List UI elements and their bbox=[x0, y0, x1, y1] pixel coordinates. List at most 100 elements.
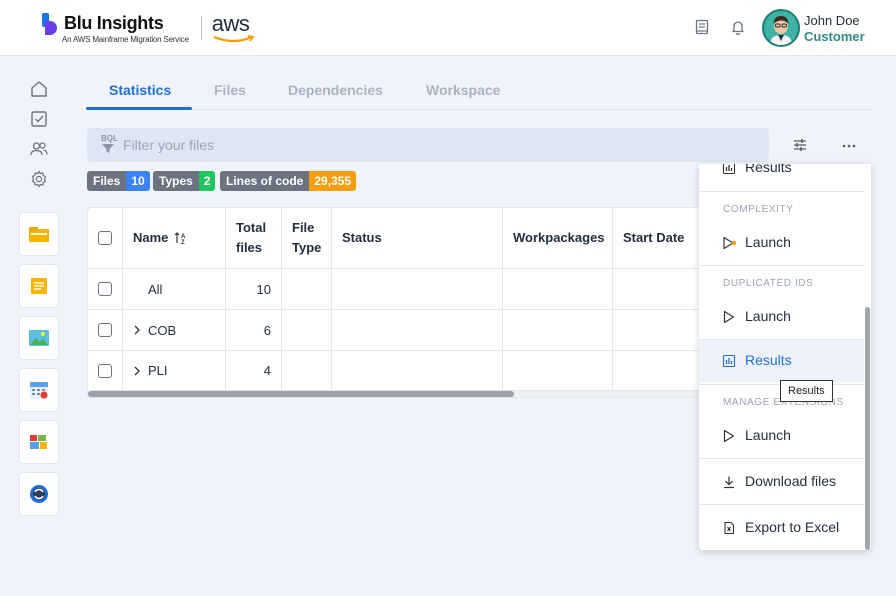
table-cell-total: 4 bbox=[226, 351, 282, 391]
tab-files[interactable]: Files bbox=[214, 82, 246, 98]
column-label: File Type bbox=[292, 220, 322, 255]
play-running-icon bbox=[723, 236, 736, 250]
statistics-table: Name AZ Total files File Type Status Wor… bbox=[87, 207, 699, 398]
table-scrollbar-thumb[interactable] bbox=[88, 391, 514, 397]
refresh-globe-icon bbox=[30, 485, 48, 503]
badge-label: Types bbox=[153, 171, 199, 191]
brand-logo[interactable]: Blu Insights An AWS Mainframe Migration … bbox=[42, 10, 256, 46]
table-row-checkbox-cell bbox=[88, 310, 123, 351]
logo-divider bbox=[200, 16, 202, 40]
table-row-checkbox-cell bbox=[88, 269, 123, 310]
users-icon[interactable] bbox=[29, 139, 49, 159]
table-row-checkbox-cell bbox=[88, 351, 123, 391]
table-cell-status bbox=[332, 269, 503, 310]
row-total: 10 bbox=[256, 281, 271, 297]
menu-section-complexity: COMPLEXITY bbox=[723, 204, 794, 215]
menu-section-duplicated-ids: DUPLICATED IDS bbox=[723, 278, 814, 289]
table-cell-file-type bbox=[282, 269, 332, 310]
table-cell-workpackages bbox=[503, 351, 613, 391]
column-label: Name bbox=[133, 230, 169, 245]
column-header-file-type[interactable]: File Type bbox=[282, 208, 332, 269]
menu-item-label: Launch bbox=[745, 234, 791, 250]
column-header-start-date[interactable]: Start Date bbox=[613, 208, 699, 269]
sort-az-icon[interactable]: AZ bbox=[174, 231, 190, 245]
types-count-badge: Types 2 bbox=[153, 171, 216, 191]
table-cell-workpackages bbox=[503, 269, 613, 310]
filter-input[interactable] bbox=[123, 128, 723, 162]
book-icon[interactable] bbox=[694, 19, 710, 35]
product-name: Blu Insights bbox=[64, 12, 164, 33]
menu-item-results[interactable]: Results bbox=[699, 164, 864, 189]
column-label: Workpackages bbox=[513, 230, 605, 245]
menu-item-launch-duplicated-ids[interactable]: Launch bbox=[699, 296, 864, 338]
row-checkbox[interactable] bbox=[98, 282, 112, 296]
badge-label: Lines of code bbox=[220, 171, 310, 191]
column-header-status[interactable]: Status bbox=[332, 208, 503, 269]
menu-divider bbox=[699, 265, 864, 266]
badge-count: 29,355 bbox=[309, 171, 357, 191]
table-cell-name[interactable]: COB bbox=[123, 310, 226, 351]
menu-item-download-files[interactable]: Download files bbox=[699, 461, 864, 503]
user-avatar[interactable] bbox=[762, 9, 800, 47]
app-refresh-tile[interactable] bbox=[19, 472, 59, 516]
menu-item-label: Download files bbox=[745, 473, 837, 489]
app-blocks-tile[interactable] bbox=[19, 420, 59, 464]
column-header-total-files[interactable]: Total files bbox=[226, 208, 282, 269]
menu-item-launch-complexity[interactable]: Launch bbox=[699, 222, 864, 264]
product-tagline: An AWS Mainframe Migration Service bbox=[62, 34, 189, 44]
column-header-workpackages[interactable]: Workpackages bbox=[503, 208, 613, 269]
badge-count: 2 bbox=[198, 171, 216, 191]
avatar-icon bbox=[764, 11, 798, 45]
tab-statistics[interactable]: Statistics bbox=[109, 82, 171, 98]
select-all-cell bbox=[88, 208, 123, 269]
bql-tag: BQL bbox=[101, 134, 118, 143]
checklist-icon[interactable] bbox=[29, 109, 49, 129]
chevron-right-icon[interactable] bbox=[133, 366, 141, 376]
user-name: John Doe bbox=[804, 13, 860, 28]
table-cell-status bbox=[332, 310, 503, 351]
app-image-tile[interactable] bbox=[19, 316, 59, 360]
menu-item-label: Launch bbox=[745, 427, 791, 443]
folder-icon bbox=[29, 227, 49, 242]
active-tab-indicator bbox=[86, 107, 192, 110]
menu-item-results-duplicated-ids[interactable]: Results bbox=[699, 340, 864, 382]
column-label: Status bbox=[342, 230, 382, 245]
menu-item-label: Launch bbox=[745, 308, 791, 324]
row-checkbox[interactable] bbox=[98, 363, 112, 378]
select-all-checkbox[interactable] bbox=[98, 231, 112, 245]
menu-item-launch-extensions[interactable]: Launch bbox=[699, 415, 864, 457]
table-cell-name[interactable]: PLI bbox=[123, 351, 226, 391]
blocks-icon bbox=[30, 435, 47, 449]
menu-item-export-excel[interactable]: Export to Excel bbox=[699, 507, 864, 549]
app-calendar-tile[interactable] bbox=[19, 368, 59, 412]
chevron-right-icon[interactable] bbox=[133, 325, 141, 335]
blu-insights-logo-icon bbox=[42, 13, 58, 37]
filter-bar bbox=[87, 128, 769, 162]
notes-icon bbox=[31, 278, 47, 294]
column-header-name[interactable]: Name AZ bbox=[123, 208, 226, 269]
tab-dependencies[interactable]: Dependencies bbox=[288, 82, 383, 98]
tab-workspace[interactable]: Workspace bbox=[426, 82, 500, 98]
home-icon[interactable] bbox=[29, 79, 49, 99]
bell-icon[interactable] bbox=[730, 19, 746, 35]
menu-item-label: Results bbox=[745, 352, 792, 368]
row-name: PLI bbox=[148, 363, 168, 378]
table-cell-total: 10 bbox=[226, 269, 282, 310]
aws-logo: aws bbox=[212, 13, 256, 43]
top-header: Blu Insights An AWS Mainframe Migration … bbox=[0, 0, 896, 56]
image-icon bbox=[29, 330, 49, 346]
badge-count: 10 bbox=[126, 171, 150, 191]
settings-icon[interactable] bbox=[29, 169, 49, 189]
play-icon bbox=[723, 310, 735, 324]
column-label: Total files bbox=[236, 220, 267, 255]
menu-divider bbox=[699, 191, 864, 192]
app-folder-tile[interactable] bbox=[19, 212, 59, 256]
aws-wordmark: aws bbox=[211, 11, 250, 36]
table-cell-name[interactable]: All bbox=[123, 269, 226, 310]
sliders-icon[interactable] bbox=[792, 137, 808, 153]
menu-scrollbar[interactable] bbox=[865, 307, 870, 550]
more-options-icon[interactable] bbox=[841, 137, 857, 153]
row-name: All bbox=[148, 281, 163, 297]
row-checkbox[interactable] bbox=[98, 323, 112, 337]
app-notes-tile[interactable] bbox=[19, 264, 59, 308]
